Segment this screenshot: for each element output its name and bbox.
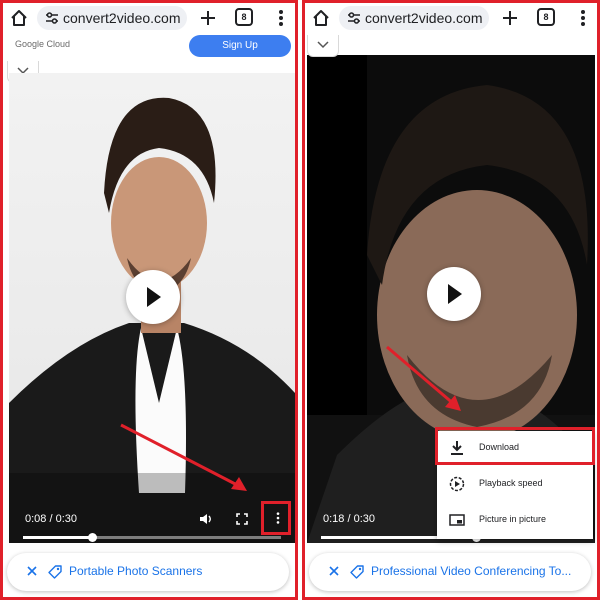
new-tab-icon[interactable]: [197, 7, 219, 29]
address-bar[interactable]: convert2video.com: [339, 6, 489, 30]
menu-item-picture-in-picture[interactable]: Picture in picture: [437, 503, 593, 538]
chevron-down-icon: [317, 41, 329, 49]
ad-banner[interactable]: Google Cloud Sign Up: [3, 33, 295, 59]
time-display: 0:08 / 0:30: [25, 513, 77, 525]
search-chip[interactable]: Portable Photo Scanners: [7, 553, 289, 591]
annotation-arrow: [120, 423, 247, 491]
search-chip[interactable]: Professional Video Conferencing To...: [309, 553, 591, 591]
highlight-box: [261, 501, 291, 535]
volume-icon[interactable]: [199, 512, 213, 526]
new-tab-icon[interactable]: [499, 7, 521, 29]
chip-text: Portable Photo Scanners: [69, 564, 203, 578]
picture-in-picture-icon: [449, 514, 465, 526]
browser-toolbar: convert2video.com 8: [305, 3, 597, 33]
highlight-box: [435, 427, 595, 465]
ad-collapse-button[interactable]: [307, 35, 339, 57]
address-bar[interactable]: convert2video.com: [37, 6, 187, 30]
time-display: 0:18 / 0:30: [323, 513, 375, 525]
more-options-icon[interactable]: [573, 7, 593, 29]
progress-fill: [23, 536, 92, 539]
home-icon[interactable]: [9, 8, 29, 28]
ad-brand: Google Cloud: [15, 39, 71, 49]
browser-toolbar: convert2video.com 8: [3, 3, 295, 33]
tag-icon: [48, 565, 62, 579]
menu-item-playback-speed[interactable]: Playback speed: [437, 467, 593, 502]
progress-bar[interactable]: [23, 533, 281, 542]
home-icon[interactable]: [311, 8, 331, 28]
url-text: convert2video.com: [63, 10, 181, 26]
fullscreen-icon[interactable]: [235, 512, 249, 526]
left-screenshot: convert2video.com 8 Google Cloud Sign Up: [0, 0, 298, 600]
url-text: convert2video.com: [365, 10, 483, 26]
site-settings-icon[interactable]: [347, 11, 361, 25]
site-settings-icon[interactable]: [45, 11, 59, 25]
more-options-icon[interactable]: [271, 7, 291, 29]
tab-switcher-button[interactable]: 8: [537, 8, 555, 26]
chip-text: Professional Video Conferencing To...: [371, 564, 572, 578]
close-icon[interactable]: [25, 564, 39, 578]
progress-knob[interactable]: [87, 533, 97, 542]
menu-item-label: Picture in picture: [479, 514, 547, 524]
playback-speed-icon: [449, 476, 465, 492]
tag-icon: [350, 565, 364, 579]
close-icon[interactable]: [327, 564, 341, 578]
video-player[interactable]: 0:08 / 0:30: [9, 73, 295, 543]
signup-button[interactable]: Sign Up: [189, 35, 291, 57]
right-screenshot: convert2video.com 8 0:18 / 0:30 Download…: [302, 0, 600, 600]
tab-switcher-button[interactable]: 8: [235, 8, 253, 26]
menu-item-label: Playback speed: [479, 478, 543, 488]
